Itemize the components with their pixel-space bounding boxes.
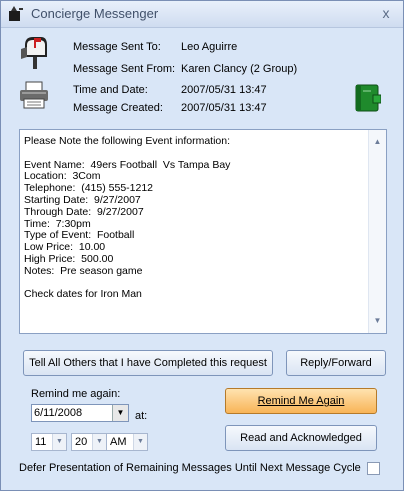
defer-label: Defer Presentation of Remaining Messages…	[19, 462, 361, 474]
app-icon	[9, 6, 23, 21]
minute-dropdown-icon[interactable]: ▼	[92, 434, 106, 450]
tell-all-button[interactable]: Tell All Others that I have Completed th…	[23, 350, 273, 376]
scroll-up-arrow[interactable]: ▲	[369, 134, 386, 150]
mailbox-icon	[21, 37, 47, 69]
ampm-select[interactable]: AM ▼	[106, 433, 148, 451]
ampm-dropdown-icon[interactable]: ▼	[133, 434, 147, 450]
sent-to-value: Leo Aguirre	[181, 41, 238, 53]
remind-me-again-label: Remind Me Again	[257, 395, 345, 407]
remind-date-value: 6/11/2008	[34, 407, 83, 419]
remind-date-picker[interactable]: 6/11/2008 ▼	[31, 404, 129, 422]
ampm-value: AM	[110, 436, 127, 448]
defer-checkbox[interactable]	[367, 462, 380, 475]
message-body-box[interactable]: Please Note the following Event informat…	[19, 129, 387, 334]
date-dropdown-icon[interactable]: ▼	[112, 405, 128, 421]
title-bar: Concierge Messenger x	[1, 1, 403, 28]
minute-select[interactable]: 20 ▼	[71, 433, 107, 451]
message-body-text: Please Note the following Event informat…	[24, 135, 231, 301]
hour-dropdown-icon[interactable]: ▼	[52, 434, 66, 450]
close-button[interactable]: x	[377, 4, 395, 22]
sent-from-value: Karen Clancy (2 Group)	[181, 63, 298, 75]
at-label: at:	[135, 410, 148, 422]
read-acknowledged-button[interactable]: Read and Acknowledged	[225, 425, 377, 451]
printer-icon	[20, 81, 48, 109]
vertical-scrollbar[interactable]: ▲ ▼	[368, 130, 386, 333]
remind-label: Remind me again:	[31, 388, 121, 400]
minute-value: 20	[75, 436, 88, 448]
created-value: 2007/05/31 13:47	[181, 102, 267, 114]
concierge-messenger-window: Concierge Messenger x Message Sent To: L…	[0, 0, 404, 491]
created-label: Message Created:	[73, 102, 163, 114]
time-label: Time and Date:	[73, 84, 148, 96]
scroll-down-arrow[interactable]: ▼	[369, 313, 386, 329]
remind-me-again-button[interactable]: Remind Me Again	[225, 388, 377, 414]
reply-forward-button[interactable]: Reply/Forward	[286, 350, 386, 376]
hour-value: 11	[35, 436, 47, 448]
window-title: Concierge Messenger	[31, 6, 159, 21]
hour-select[interactable]: 11 ▼	[31, 433, 67, 451]
book-icon	[355, 84, 381, 112]
sent-to-label: Message Sent To:	[73, 41, 161, 53]
time-value: 2007/05/31 13:47	[181, 84, 267, 96]
sent-from-label: Message Sent From:	[73, 63, 176, 75]
